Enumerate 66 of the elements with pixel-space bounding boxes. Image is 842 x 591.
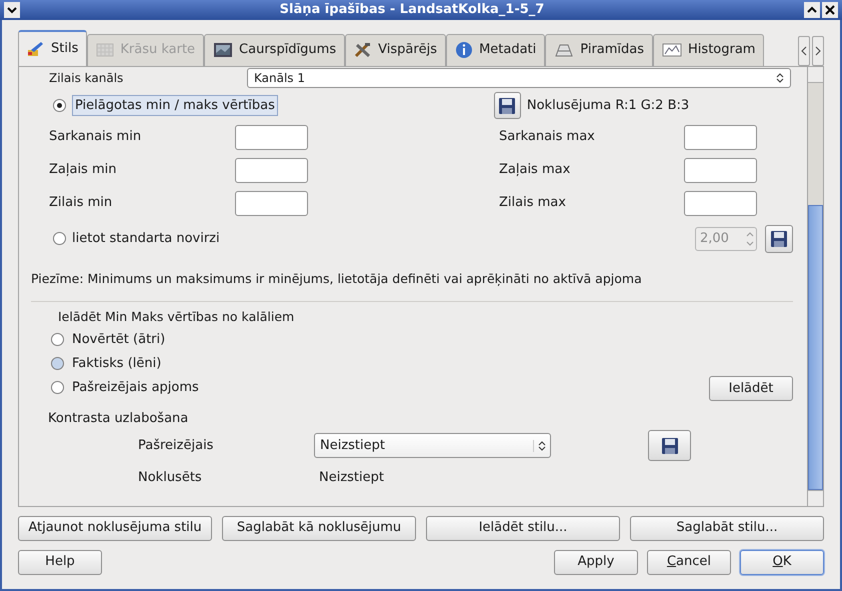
save-button[interactable] bbox=[648, 430, 691, 461]
chevron-left-icon bbox=[801, 46, 807, 56]
dialog-button[interactable]: Apply bbox=[554, 550, 638, 574]
input-field[interactable] bbox=[684, 190, 757, 216]
field-label: Zaļais max bbox=[499, 161, 572, 180]
field-label: Sarkanais max bbox=[499, 128, 596, 146]
field-label: Pašreizējais bbox=[138, 436, 214, 455]
input-field[interactable] bbox=[684, 124, 757, 150]
info-icon bbox=[455, 41, 474, 59]
radio-button[interactable] bbox=[53, 99, 66, 112]
radio-button[interactable] bbox=[51, 357, 64, 370]
field-label: Zilais min bbox=[49, 194, 114, 212]
default-bands-label: Noklusējuma R:1 G:2 B:3 bbox=[526, 96, 690, 115]
band-label: Zilais kanāls bbox=[49, 70, 124, 86]
tab[interactable]: Caurspīdīgums bbox=[204, 34, 346, 66]
chart-icon bbox=[662, 42, 682, 58]
save-button[interactable] bbox=[765, 224, 793, 252]
field-label: Sarkanais min bbox=[49, 128, 142, 146]
monitor-icon bbox=[213, 42, 234, 58]
radio-label[interactable]: Faktisks (lēni) bbox=[72, 354, 162, 374]
field-label: Noklusēts bbox=[138, 468, 203, 487]
dialog-button[interactable]: Help bbox=[18, 550, 102, 574]
brush-icon bbox=[27, 40, 45, 56]
radio-button[interactable] bbox=[51, 381, 64, 394]
field-label: Zaļais min bbox=[49, 161, 118, 180]
input-field[interactable] bbox=[235, 190, 308, 216]
tab[interactable]: Stils bbox=[18, 30, 88, 66]
chevron-updown-icon bbox=[533, 440, 546, 452]
input-field[interactable] bbox=[235, 158, 308, 182]
scrollbar[interactable] bbox=[807, 66, 823, 506]
style-button[interactable]: Atjaunot noklusējuma stilu bbox=[18, 516, 212, 540]
grid-icon bbox=[96, 42, 114, 58]
dialog-button[interactable]: Cancel bbox=[647, 550, 731, 574]
window-title: Slāņa īpašības - LandsatKolka_1-5_7 bbox=[280, 1, 544, 19]
chevron-updown-icon bbox=[776, 72, 784, 82]
note-text: Piezīme: Minimums un maksimums ir minējums, lietotāja definēti vai aprēķināti no aktīvā apjoma bbox=[31, 270, 643, 288]
style-button[interactable]: Saglabāt kā noklusējumu bbox=[222, 516, 416, 540]
section-title: Kontrasta uzlabošana bbox=[47, 410, 190, 428]
tools-icon bbox=[354, 42, 372, 58]
band-dropdown[interactable]: Kanāls 1 bbox=[247, 68, 791, 88]
tab[interactable]: Metadati bbox=[446, 34, 546, 66]
contrast-dropdown[interactable]: Neizstiept bbox=[314, 433, 551, 458]
scroll-left-button[interactable] bbox=[798, 36, 810, 66]
scroll-right-button[interactable] bbox=[812, 36, 824, 66]
tab[interactable]: Histogram bbox=[653, 34, 764, 66]
input-field[interactable] bbox=[235, 124, 308, 150]
tab[interactable]: Vispārējs bbox=[345, 34, 446, 66]
pyramid-icon bbox=[554, 42, 574, 58]
input-field[interactable] bbox=[684, 158, 757, 182]
radio-label[interactable]: Pašreizējais apjoms bbox=[72, 378, 199, 398]
tab[interactable]: Piramīdas bbox=[545, 34, 654, 66]
field-label: Zilais max bbox=[499, 194, 567, 212]
save-button[interactable] bbox=[494, 92, 521, 119]
style-button[interactable]: Ielādēt stilu... bbox=[426, 516, 620, 540]
dialog-button[interactable]: OK bbox=[740, 550, 824, 574]
section-title: Ielādēt Min Maks vērtības no kalāliem bbox=[57, 308, 296, 326]
chevron-down-icon[interactable] bbox=[4, 2, 20, 18]
maximize-icon[interactable] bbox=[804, 2, 820, 18]
close-icon[interactable] bbox=[822, 2, 838, 18]
chevron-right-icon bbox=[815, 46, 821, 56]
radio-label[interactable]: Novērtēt (ātri) bbox=[72, 330, 166, 350]
radio-label[interactable]: Pielāgotas min / maks vērtības bbox=[72, 94, 278, 116]
load-button[interactable]: Ielādēt bbox=[709, 376, 793, 401]
radio-button[interactable] bbox=[51, 333, 64, 346]
field-value: Neizstiept bbox=[318, 468, 384, 487]
style-button[interactable]: Saglabāt stilu... bbox=[630, 516, 824, 540]
